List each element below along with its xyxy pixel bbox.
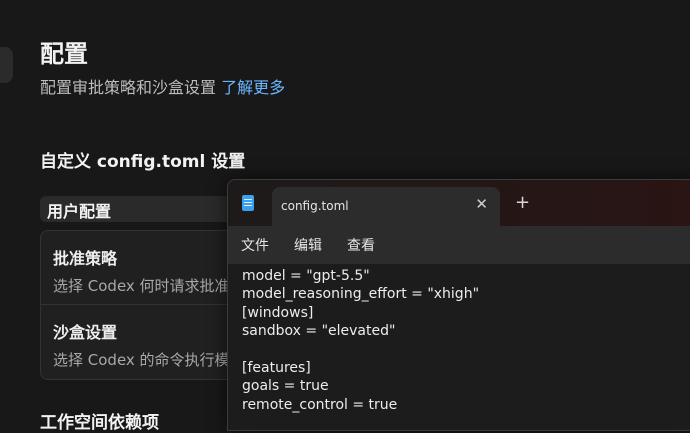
approval-policy-setting[interactable]: 批准策略 选择 Codex 何时请求批准 [53, 245, 230, 296]
setting-desc: 选择 Codex 的命令执行模式 [53, 351, 245, 369]
setting-title: 批准策略 [53, 249, 118, 268]
editor-content[interactable]: model = "gpt-5.5" model_reasoning_effort… [242, 267, 479, 414]
close-icon[interactable]: ✕ [475, 195, 488, 213]
notepad-icon [242, 195, 254, 211]
page-title: 配置 [40, 40, 88, 68]
titlebar[interactable]: config.toml ✕ + [228, 180, 690, 226]
learn-more-link[interactable]: 了解更多 [221, 78, 285, 97]
notepad-window: config.toml ✕ + 文件 编辑 查看 model = "gpt-5.… [227, 179, 690, 431]
text-editor[interactable]: model = "gpt-5.5" model_reasoning_effort… [228, 264, 690, 430]
new-tab-button[interactable]: + [515, 192, 530, 213]
menubar: 文件 编辑 查看 [228, 226, 690, 264]
menu-file[interactable]: 文件 [241, 235, 269, 255]
file-tab[interactable]: config.toml ✕ [272, 187, 500, 226]
user-config-tab[interactable]: 用户配置 [40, 196, 240, 222]
file-tab-label: config.toml [281, 199, 349, 213]
setting-title: 沙盒设置 [53, 323, 118, 342]
setting-desc: 选择 Codex 何时请求批准 [53, 277, 230, 295]
sandbox-setting[interactable]: 沙盒设置 选择 Codex 的命令执行模式 [53, 319, 245, 370]
user-config-tab-label: 用户配置 [47, 202, 112, 221]
menu-view[interactable]: 查看 [347, 235, 375, 255]
menu-edit[interactable]: 编辑 [294, 235, 322, 255]
page-subtitle: 配置审批策略和沙盒设置 了解更多 [40, 74, 285, 98]
config-section-title: 自定义 config.toml 设置 [40, 152, 246, 172]
subtitle-text: 配置审批策略和沙盒设置 [40, 78, 217, 97]
sidebar-item[interactable] [0, 47, 13, 83]
